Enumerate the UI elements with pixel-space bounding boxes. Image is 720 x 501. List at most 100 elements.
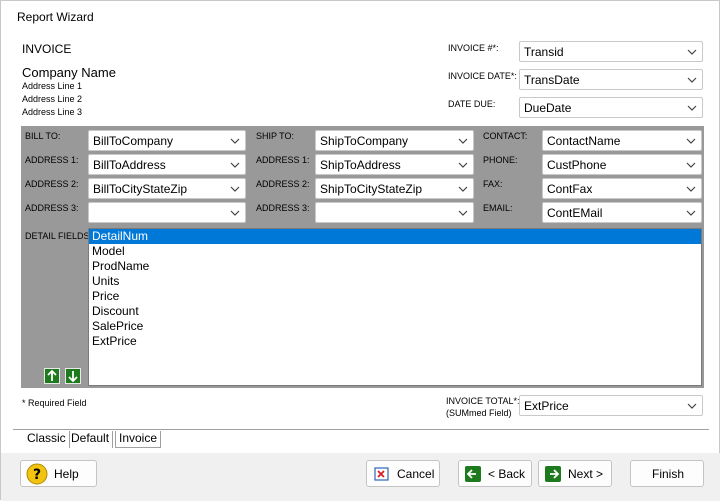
ship-to-value: ShipToCompany bbox=[320, 134, 409, 148]
tab-default[interactable]: Default bbox=[68, 431, 114, 448]
chevron-down-icon bbox=[230, 186, 240, 192]
invoice-number-combo[interactable]: Transid bbox=[519, 41, 703, 62]
bill-address-3-combo[interactable] bbox=[88, 202, 246, 223]
required-field-note: * Required Field bbox=[22, 398, 87, 408]
chevron-down-icon bbox=[458, 186, 468, 192]
bill-address-2-value: BillToCityStateZip bbox=[93, 182, 188, 196]
email-combo[interactable]: ContEMail bbox=[542, 202, 702, 223]
finish-button[interactable]: Finish bbox=[630, 460, 704, 487]
list-item[interactable]: Units bbox=[89, 274, 701, 289]
bill-address-1-label: ADDRESS 1: bbox=[25, 155, 79, 165]
chevron-down-icon bbox=[687, 77, 697, 83]
chevron-down-icon bbox=[687, 105, 697, 111]
invoice-number-value: Transid bbox=[524, 45, 564, 59]
ship-address-1-combo[interactable]: ShipToAddress bbox=[315, 154, 474, 175]
chevron-down-icon bbox=[687, 403, 697, 409]
list-item[interactable]: ExtPrice bbox=[89, 334, 701, 349]
help-button[interactable]: ? Help bbox=[20, 460, 97, 487]
bill-to-combo[interactable]: BillToCompany bbox=[88, 130, 246, 151]
list-item[interactable]: DetailNum bbox=[89, 229, 701, 244]
ship-to-combo[interactable]: ShipToCompany bbox=[315, 130, 474, 151]
svg-text:?: ? bbox=[33, 467, 41, 483]
move-down-button[interactable] bbox=[65, 368, 81, 384]
invoice-total-label: INVOICE TOTAL*: bbox=[446, 396, 520, 406]
tabs-divider bbox=[13, 429, 709, 430]
bill-address-2-combo[interactable]: BillToCityStateZip bbox=[88, 178, 246, 199]
chevron-down-icon bbox=[230, 138, 240, 144]
ship-address-1-value: ShipToAddress bbox=[320, 158, 401, 172]
invoice-date-label: INVOICE DATE*: bbox=[448, 71, 517, 81]
detail-fields-list[interactable]: DetailNum Model ProdName Units Price Dis… bbox=[88, 228, 702, 386]
invoice-date-value: TransDate bbox=[524, 73, 580, 87]
date-due-label: DATE DUE: bbox=[448, 99, 496, 109]
ship-to-label: SHIP TO: bbox=[256, 131, 295, 141]
bill-address-1-combo[interactable]: BillToAddress bbox=[88, 154, 246, 175]
bill-to-label: BILL TO: bbox=[25, 131, 61, 141]
ship-address-3-combo[interactable] bbox=[315, 202, 474, 223]
phone-combo[interactable]: CustPhone bbox=[542, 154, 702, 175]
fax-value: ContFax bbox=[547, 182, 593, 196]
contact-value: ContactName bbox=[547, 134, 621, 148]
cancel-button-label: Cancel bbox=[397, 467, 435, 481]
chevron-down-icon bbox=[230, 162, 240, 168]
back-button[interactable]: < Back bbox=[458, 460, 532, 487]
email-label: EMAIL: bbox=[483, 203, 513, 213]
next-button[interactable]: Next > bbox=[538, 460, 612, 487]
bill-to-value: BillToCompany bbox=[93, 134, 174, 148]
chevron-down-icon bbox=[686, 210, 696, 216]
invoice-heading: INVOICE bbox=[22, 42, 72, 56]
phone-value: CustPhone bbox=[547, 158, 607, 172]
move-up-button[interactable] bbox=[44, 368, 60, 384]
fax-combo[interactable]: ContFax bbox=[542, 178, 702, 199]
arrow-left-icon bbox=[465, 466, 481, 482]
ship-address-1-label: ADDRESS 1: bbox=[256, 155, 310, 165]
invoice-total-combo[interactable]: ExtPrice bbox=[519, 395, 703, 416]
ship-address-2-label: ADDRESS 2: bbox=[256, 179, 310, 189]
invoice-date-combo[interactable]: TransDate bbox=[519, 69, 703, 90]
next-button-label: Next > bbox=[568, 467, 604, 481]
date-due-value: DueDate bbox=[524, 101, 572, 115]
cancel-button[interactable]: Cancel bbox=[366, 460, 440, 487]
list-item[interactable]: Price bbox=[89, 289, 701, 304]
phone-label: PHONE: bbox=[483, 155, 518, 165]
ship-address-2-combo[interactable]: ShipToCityStateZip bbox=[315, 178, 474, 199]
list-item[interactable]: SalePrice bbox=[89, 319, 701, 334]
chevron-down-icon bbox=[687, 49, 697, 55]
address-line-2: Address Line 2 bbox=[22, 94, 83, 104]
tab-classic[interactable]: Classic bbox=[24, 431, 70, 448]
ship-address-3-label: ADDRESS 3: bbox=[256, 203, 310, 213]
invoice-total-sublabel: (SUMmed Field) bbox=[446, 408, 512, 418]
detail-fields-label: DETAIL FIELDS: bbox=[25, 231, 93, 241]
list-item[interactable]: ProdName bbox=[89, 259, 701, 274]
help-icon: ? bbox=[26, 463, 48, 485]
finish-button-label: Finish bbox=[652, 467, 685, 481]
contact-combo[interactable]: ContactName bbox=[542, 130, 702, 151]
address-line-1: Address Line 1 bbox=[22, 81, 83, 91]
chevron-down-icon bbox=[458, 162, 468, 168]
email-value: ContEMail bbox=[547, 206, 603, 220]
ship-address-2-value: ShipToCityStateZip bbox=[320, 182, 423, 196]
button-bar: ? Help Cancel < Back Next > Finish bbox=[1, 453, 720, 501]
chevron-down-icon bbox=[458, 210, 468, 216]
bill-address-1-value: BillToAddress bbox=[93, 158, 166, 172]
list-item[interactable]: Discount bbox=[89, 304, 701, 319]
chevron-down-icon bbox=[686, 162, 696, 168]
date-due-combo[interactable]: DueDate bbox=[519, 97, 703, 118]
back-button-label: < Back bbox=[488, 467, 526, 481]
cancel-icon bbox=[374, 467, 389, 481]
chevron-down-icon bbox=[230, 210, 240, 216]
invoice-total-value: ExtPrice bbox=[524, 399, 569, 413]
tab-invoice[interactable]: Invoice bbox=[115, 431, 162, 448]
invoice-number-label: INVOICE #*: bbox=[448, 43, 499, 53]
arrow-right-icon bbox=[545, 466, 561, 482]
address-line-3: Address Line 3 bbox=[22, 107, 83, 117]
report-wizard-window: Report Wizard INVOICE Company Name Addre… bbox=[0, 0, 720, 501]
window-title: Report Wizard bbox=[17, 10, 94, 24]
chevron-down-icon bbox=[686, 138, 696, 144]
company-name: Company Name bbox=[22, 65, 116, 80]
list-item[interactable]: Model bbox=[89, 244, 701, 259]
arrow-down-icon bbox=[68, 371, 78, 383]
arrow-up-icon bbox=[47, 369, 57, 381]
chevron-down-icon bbox=[458, 138, 468, 144]
contact-label: CONTACT: bbox=[483, 131, 528, 141]
